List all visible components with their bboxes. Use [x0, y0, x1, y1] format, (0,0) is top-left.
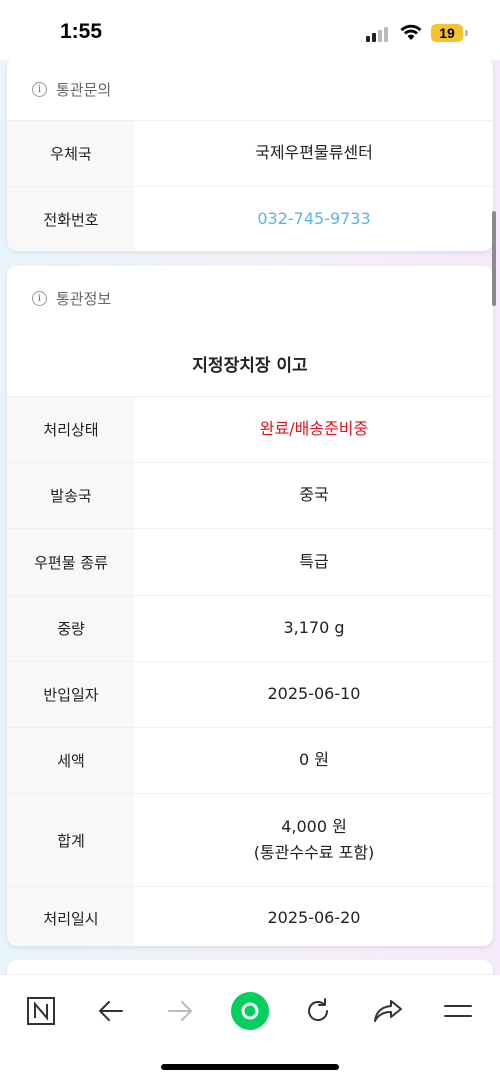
row-label: 처리일시 [7, 887, 135, 946]
total-value: 4,000 원 (통관수수료 포함) [135, 794, 493, 886]
row-label: 발송국 [7, 463, 135, 528]
row-value: 2025-06-10 [267, 684, 361, 704]
row-label: 우체국 [7, 121, 135, 186]
info-icon: i [32, 81, 47, 97]
status-time: 1:55 [60, 20, 103, 43]
table-row: 전화번호 032-745-9733 [7, 186, 493, 251]
card-header: i 통관문의 [7, 58, 493, 120]
table-row: 처리일시 2025-06-20 [7, 886, 493, 946]
customs-contact-card: i 통관문의 우체국 국제우편물류센터 전화번호 032-745-9733 [7, 58, 493, 251]
row-label: 합계 [7, 794, 135, 886]
row-label: 세액 [7, 728, 135, 793]
row-value: 국제우편물류센터 [255, 143, 373, 163]
row-value: 특급 [299, 551, 329, 571]
green-dot-icon[interactable] [228, 989, 272, 1033]
row-label: 처리상태 [7, 397, 135, 462]
card-title: 통관문의 [56, 80, 112, 99]
status-bar: 1:55 19 [0, 0, 500, 60]
back-arrow-icon[interactable] [89, 989, 133, 1033]
customs-info-card: i 통관정보 지정장치장 이고 처리상태 완료/배송준비중 발송국 중국 우편물… [7, 266, 493, 946]
row-label: 우편물 종류 [7, 529, 135, 595]
home-indicator [161, 1064, 339, 1070]
card-title: 통관정보 [56, 289, 112, 308]
cellular-signal-icon [366, 26, 392, 42]
info-icon: i [32, 290, 47, 306]
table-row: 우체국 국제우편물류센터 [7, 120, 493, 186]
refresh-icon[interactable] [296, 989, 340, 1033]
share-icon[interactable] [366, 989, 410, 1033]
table-row: 처리상태 완료/배송준비중 [7, 396, 493, 462]
table-row: 우편물 종류 특급 [7, 528, 493, 595]
total-note: (통관수수료 포함) [253, 843, 375, 862]
row-value: 중국 [299, 485, 329, 505]
row-value: 2025-06-20 [267, 908, 361, 928]
row-label: 전화번호 [7, 187, 135, 251]
total-amount: 4,000 원 [281, 816, 347, 836]
status-value: 완료/배송준비중 [259, 419, 369, 439]
naver-home-icon[interactable] [19, 989, 63, 1033]
row-value: 0 원 [299, 750, 329, 770]
battery-icon: 19 [431, 24, 463, 42]
battery-tip [465, 30, 468, 36]
card-header: i 통관정보 [7, 266, 493, 330]
forward-arrow-icon[interactable] [158, 989, 202, 1033]
row-value: 3,170 g [283, 618, 345, 638]
table-row: 중량 3,170 g [7, 595, 493, 661]
menu-icon[interactable] [436, 989, 480, 1033]
row-label: 반입일자 [7, 662, 135, 727]
phone-link[interactable]: 032-745-9733 [135, 187, 493, 251]
table-row: 반입일자 2025-06-10 [7, 661, 493, 727]
scrollbar[interactable] [492, 211, 496, 306]
wifi-icon [400, 24, 422, 40]
table-row: 합계 4,000 원 (통관수수료 포함) [7, 793, 493, 886]
table-row: 세액 0 원 [7, 727, 493, 793]
table-row: 발송국 중국 [7, 462, 493, 528]
row-label: 중량 [7, 596, 135, 661]
customs-location-title: 지정장치장 이고 [192, 355, 308, 376]
